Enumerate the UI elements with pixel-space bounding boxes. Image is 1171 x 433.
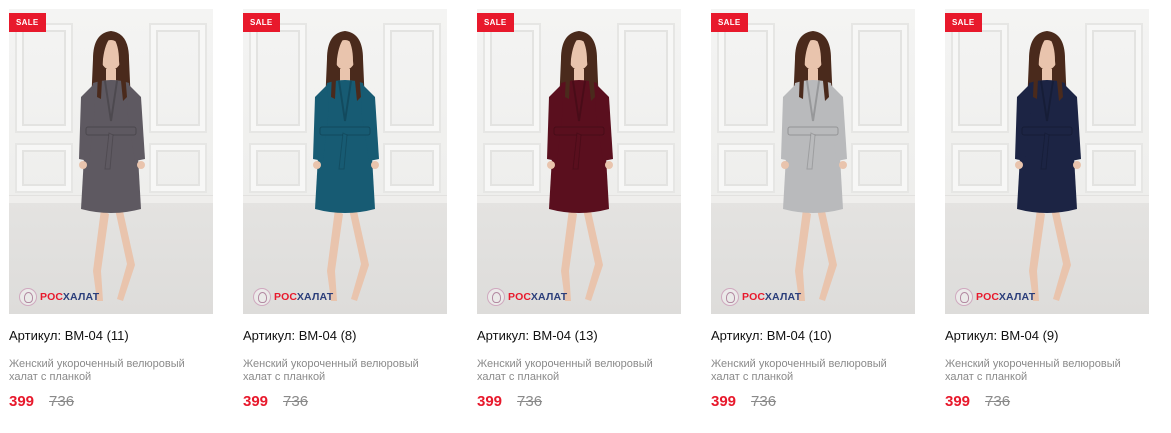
model-leg (1051, 209, 1071, 301)
brand-logo: РОСХАЛАТ (253, 288, 333, 306)
brand-logo-icon (253, 288, 271, 306)
product-card[interactable]: SALE РОСХАЛАТ Артикул: ВМ-04 (13) Женски… (477, 9, 681, 410)
model-figure (313, 31, 379, 301)
old-price: 736 (283, 393, 309, 410)
old-price: 736 (985, 393, 1011, 410)
sale-badge: SALE (9, 13, 46, 32)
sale-badge: SALE (243, 13, 280, 32)
model-leg (817, 209, 837, 301)
product-card[interactable]: SALE РОСХАЛАТ Артикул: ВМ-04 (11) Женски… (9, 9, 213, 410)
current-price: 399 (945, 393, 971, 410)
sale-badge: SALE (945, 13, 982, 32)
model-hand (313, 161, 321, 169)
brand-logo: РОСХАЛАТ (19, 288, 99, 306)
model-hand (1015, 161, 1023, 169)
product-photo[interactable]: SALE РОСХАЛАТ (9, 9, 213, 314)
sale-badge: SALE (711, 13, 748, 32)
product-title[interactable]: Артикул: ВМ-04 (8) (243, 328, 447, 343)
brand-logo: РОСХАЛАТ (487, 288, 567, 306)
current-price: 399 (477, 393, 503, 410)
brand-logo-icon (955, 288, 973, 306)
product-title[interactable]: Артикул: ВМ-04 (13) (477, 328, 681, 343)
model-figure (79, 31, 145, 301)
old-price: 736 (49, 393, 75, 410)
product-card[interactable]: SALE РОСХАЛАТ Артикул: ВМ-04 (8) Женский… (243, 9, 447, 410)
product-grid: SALE РОСХАЛАТ Артикул: ВМ-04 (11) Женски… (9, 9, 1149, 410)
product-title[interactable]: Артикул: ВМ-04 (9) (945, 328, 1149, 343)
product-photo[interactable]: SALE РОСХАЛАТ (711, 9, 915, 314)
brand-logo-text: РОСХАЛАТ (274, 291, 334, 303)
sale-badge: SALE (477, 13, 514, 32)
product-card[interactable]: SALE РОСХАЛАТ Артикул: ВМ-04 (10) Женски… (711, 9, 915, 410)
model-hand (547, 161, 555, 169)
product-prices: 399 736 (711, 393, 915, 410)
model-hand (371, 161, 379, 169)
product-description: Женский укороченный велюровый халат с пл… (243, 358, 419, 383)
product-prices: 399 736 (9, 393, 213, 410)
brand-logo: РОСХАЛАТ (955, 288, 1035, 306)
old-price: 736 (751, 393, 777, 410)
product-prices: 399 736 (477, 393, 681, 410)
product-description: Женский укороченный велюровый халат с пл… (711, 358, 887, 383)
product-description: Женский укороченный велюровый халат с пл… (477, 358, 653, 383)
brand-logo-text: РОСХАЛАТ (742, 291, 802, 303)
product-description: Женский укороченный велюровый халат с пл… (945, 358, 1121, 383)
brand-logo-icon (19, 288, 37, 306)
current-price: 399 (243, 393, 269, 410)
model-hand (605, 161, 613, 169)
product-photo[interactable]: SALE РОСХАЛАТ (477, 9, 681, 314)
model-figure (547, 31, 613, 301)
product-photo[interactable]: SALE РОСХАЛАТ (243, 9, 447, 314)
product-title[interactable]: Артикул: ВМ-04 (11) (9, 328, 213, 343)
model-hand (839, 161, 847, 169)
model-figure (781, 31, 847, 301)
product-prices: 399 736 (945, 393, 1149, 410)
brand-logo-text: РОСХАЛАТ (40, 291, 100, 303)
product-card[interactable]: SALE РОСХАЛАТ Артикул: ВМ-04 (9) Женский… (945, 9, 1149, 410)
model-figure (1015, 31, 1081, 301)
old-price: 736 (517, 393, 543, 410)
brand-logo-icon (487, 288, 505, 306)
model-leg (115, 209, 135, 301)
product-prices: 399 736 (243, 393, 447, 410)
model-hand (781, 161, 789, 169)
model-leg (349, 209, 369, 301)
brand-logo-icon (721, 288, 739, 306)
brand-logo-text: РОСХАЛАТ (508, 291, 568, 303)
current-price: 399 (711, 393, 737, 410)
model-hand (1073, 161, 1081, 169)
current-price: 399 (9, 393, 35, 410)
brand-logo: РОСХАЛАТ (721, 288, 801, 306)
brand-logo-text: РОСХАЛАТ (976, 291, 1036, 303)
product-title[interactable]: Артикул: ВМ-04 (10) (711, 328, 915, 343)
product-photo[interactable]: SALE РОСХАЛАТ (945, 9, 1149, 314)
product-description: Женский укороченный велюровый халат с пл… (9, 358, 185, 383)
model-leg (583, 209, 603, 301)
model-hand (137, 161, 145, 169)
model-hand (79, 161, 87, 169)
